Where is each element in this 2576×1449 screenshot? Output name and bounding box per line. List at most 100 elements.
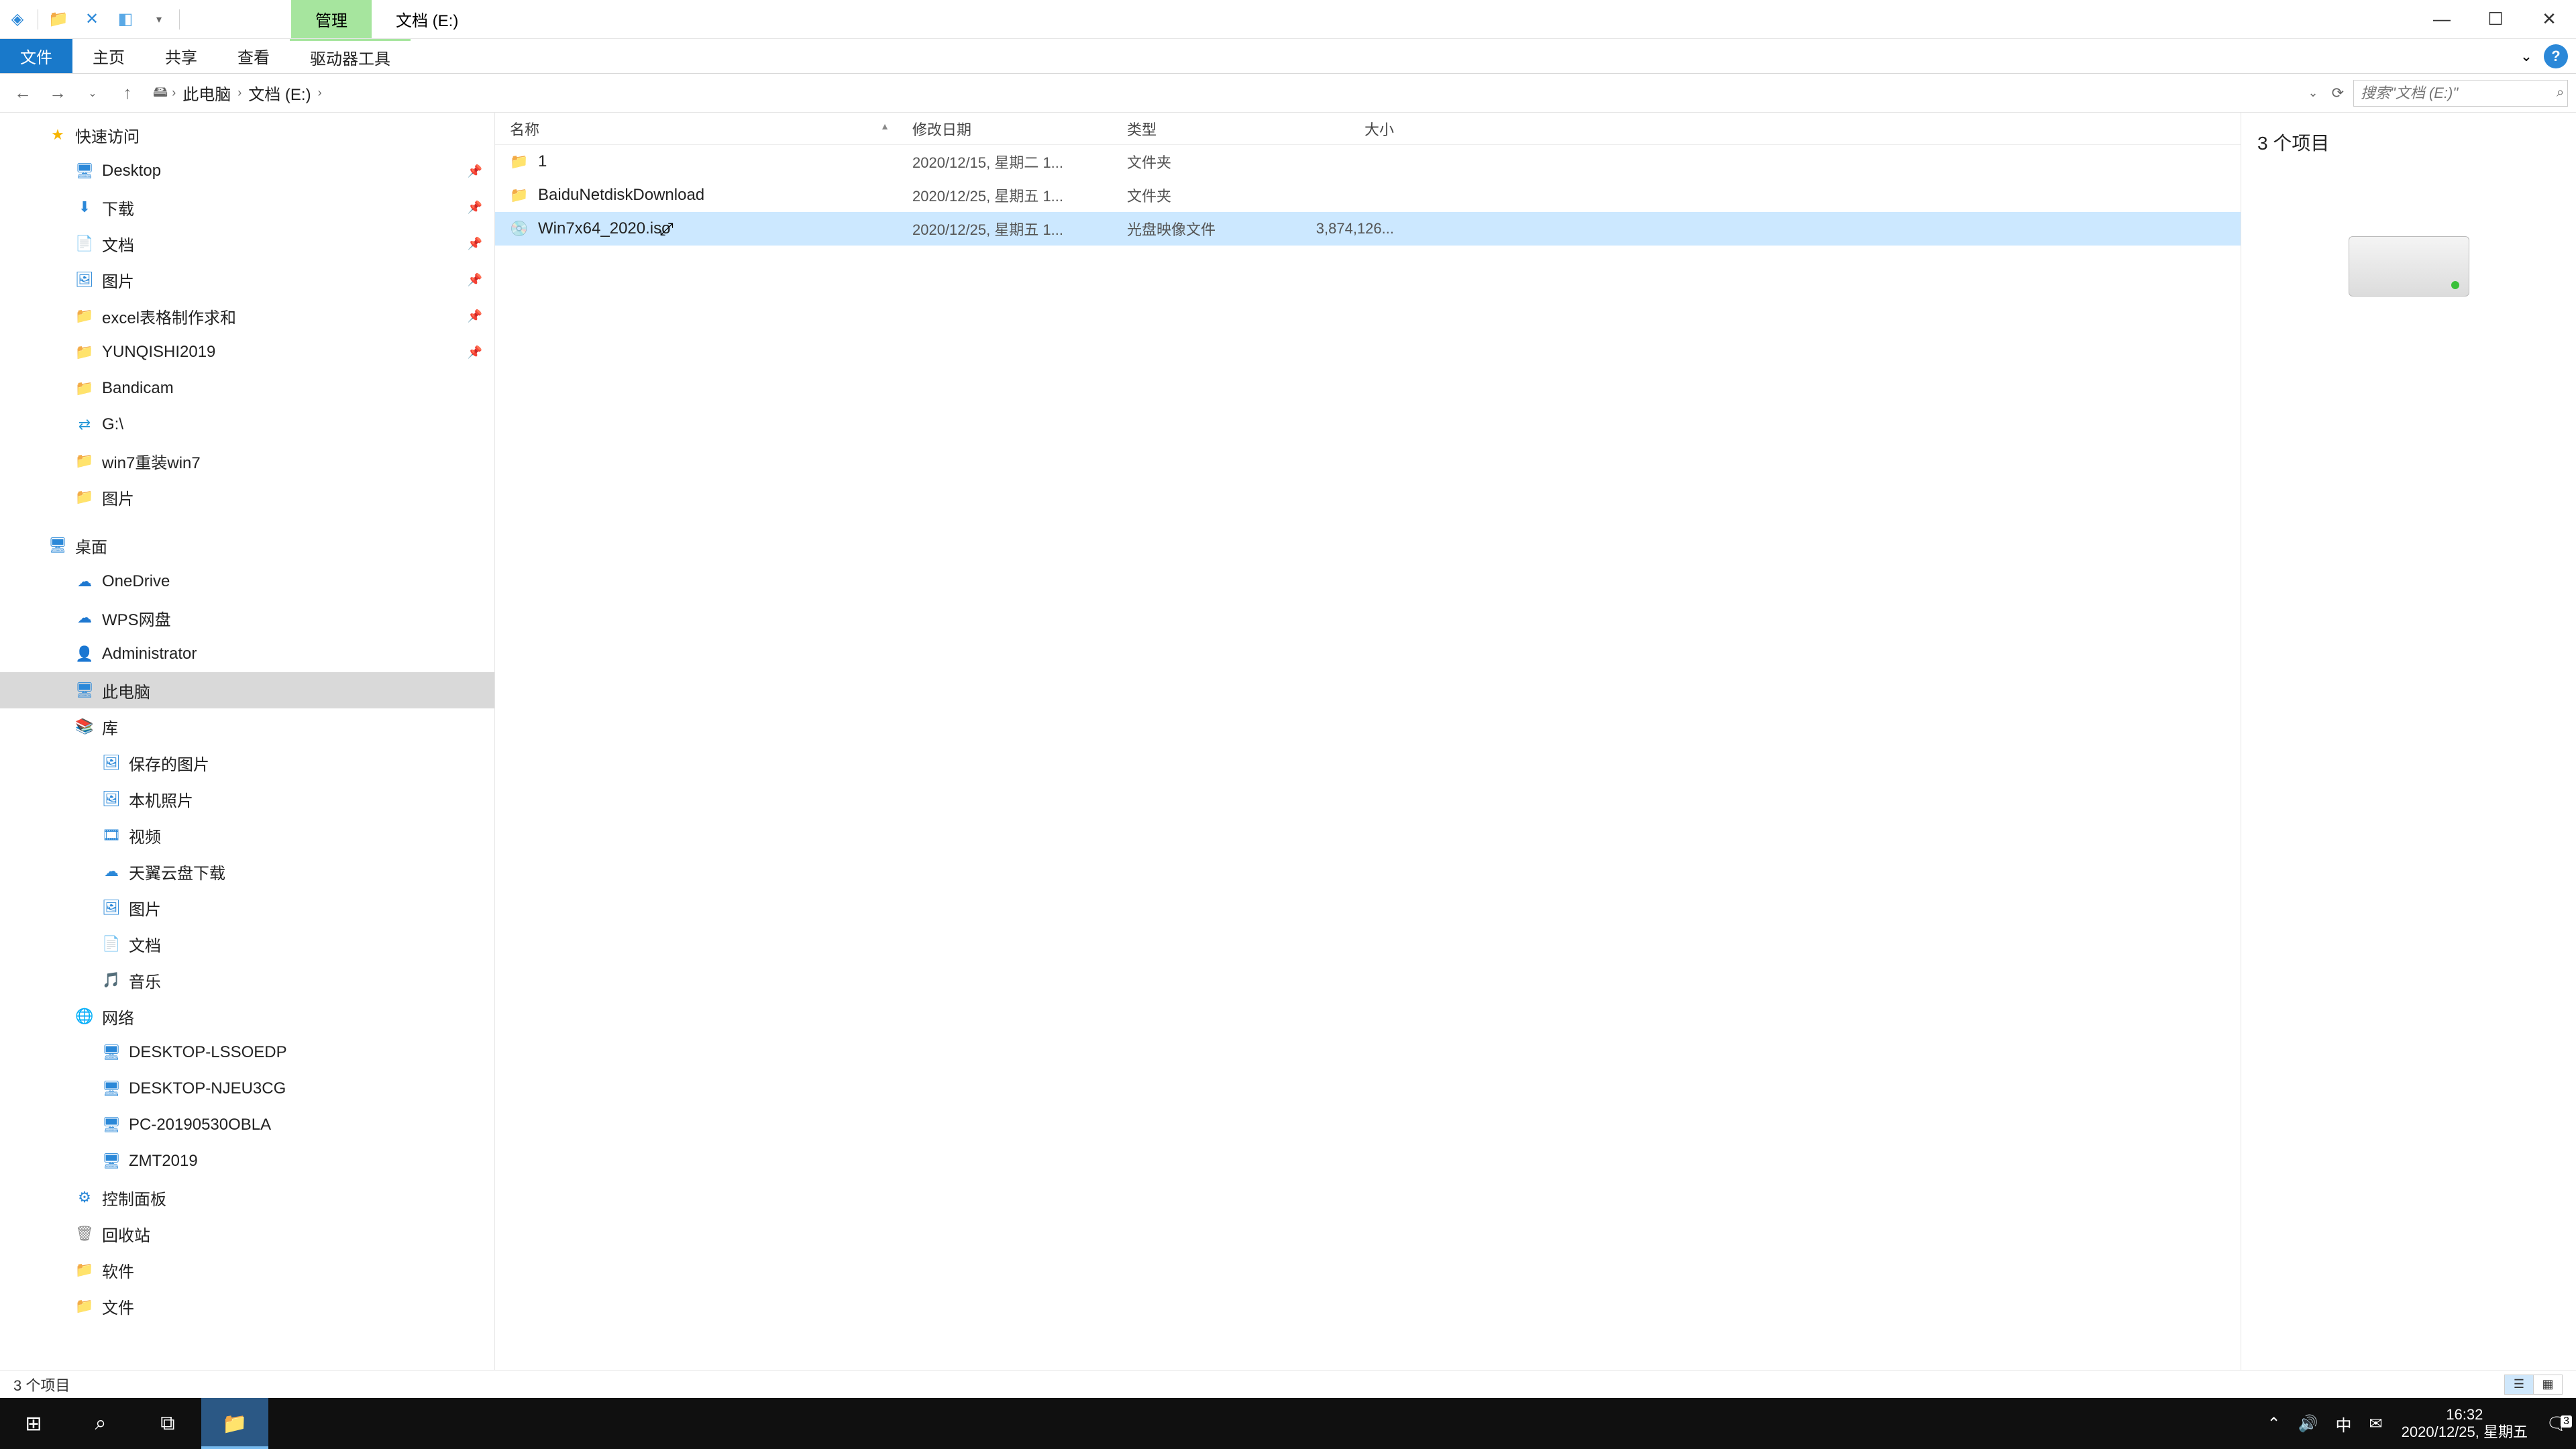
tree-item[interactable]: ☁天翼云盘下载: [0, 853, 494, 890]
tree-item-icon: 📁: [75, 452, 94, 470]
file-row[interactable]: 📁12020/12/15, 星期二 1...文件夹: [495, 145, 2241, 178]
tab-share[interactable]: 共享: [145, 39, 217, 73]
crumb-location[interactable]: 文档 (E:): [246, 81, 313, 105]
qat-dropdown-icon[interactable]: ▾: [146, 6, 172, 33]
tree-item[interactable]: 📁软件: [0, 1252, 494, 1288]
tree-item[interactable]: 🖥此电脑: [0, 672, 494, 708]
task-view-button[interactable]: ⧉: [134, 1398, 201, 1449]
tree-item-label: excel表格制作求和: [102, 305, 236, 328]
properties-icon[interactable]: ◧: [112, 6, 139, 33]
system-tray: ⌃ 🔊 中 ✉: [2259, 1412, 2391, 1436]
column-name[interactable]: 名称▲: [495, 118, 898, 140]
start-button[interactable]: ⊞: [0, 1398, 67, 1449]
search-box[interactable]: ⌕: [2353, 80, 2568, 107]
tree-item[interactable]: 📁图片: [0, 479, 494, 515]
tree-item[interactable]: ⬇下载📌: [0, 189, 494, 225]
tree-item-icon: 🌐: [75, 1008, 94, 1025]
tree-item[interactable]: 🖼图片: [0, 890, 494, 926]
tree-item-icon: ⇄: [75, 416, 94, 433]
column-size[interactable]: 大小: [1293, 118, 1407, 140]
tree-item-icon: 🖥: [48, 537, 67, 554]
tree-item[interactable]: 📁YUNQISHI2019📌: [0, 334, 494, 370]
history-dropdown[interactable]: ⌄: [78, 78, 107, 108]
search-icon[interactable]: ⌕: [2557, 85, 2564, 101]
tree-item[interactable]: 🖥桌面: [0, 527, 494, 564]
tree-item[interactable]: 📄文档: [0, 926, 494, 962]
tree-item[interactable]: ☁OneDrive: [0, 564, 494, 600]
mail-icon[interactable]: ✉: [2369, 1414, 2383, 1434]
ribbon-right: ⌄ ?: [2514, 39, 2576, 73]
tree-item-icon: 🖥: [75, 162, 94, 180]
column-date[interactable]: 修改日期: [898, 118, 1112, 140]
tree-item[interactable]: ⇄G:\: [0, 407, 494, 443]
separator: [179, 9, 180, 30]
tree-item[interactable]: 🗑回收站: [0, 1216, 494, 1252]
tree-item-icon: 📁: [75, 307, 94, 325]
app-icon[interactable]: ◈: [4, 6, 31, 33]
view-details-button[interactable]: ☰: [2504, 1375, 2534, 1395]
tree-item[interactable]: 🖼图片📌: [0, 262, 494, 298]
search-input[interactable]: [2361, 85, 2557, 102]
view-icons-button[interactable]: ▦: [2533, 1375, 2563, 1395]
cancel-icon[interactable]: ✕: [78, 6, 105, 33]
tree-item-icon: 🖥: [102, 1080, 121, 1097]
tree-item[interactable]: ⚙控制面板: [0, 1179, 494, 1216]
refresh-icon[interactable]: ⟳: [2328, 85, 2348, 102]
ime-indicator[interactable]: 中: [2336, 1412, 2352, 1436]
crumb-this-pc[interactable]: 此电脑: [180, 81, 233, 105]
taskbar-explorer-button[interactable]: 📁: [201, 1398, 268, 1449]
tab-drive-tools[interactable]: 驱动器工具: [290, 39, 411, 73]
back-button[interactable]: ←: [8, 78, 38, 108]
maximize-button[interactable]: ☐: [2469, 0, 2522, 38]
taskbar-search-button[interactable]: ⌕: [67, 1398, 134, 1449]
tree-item[interactable]: 📁win7重装win7: [0, 443, 494, 479]
column-type[interactable]: 类型: [1112, 118, 1293, 140]
tree-item[interactable]: ☁WPS网盘: [0, 600, 494, 636]
breadcrumb[interactable]: 🖴 › 此电脑 › 文档 (E:) ›: [148, 80, 327, 107]
address-dropdown-icon[interactable]: ⌄: [2304, 86, 2322, 100]
tree-item[interactable]: 🌐网络: [0, 998, 494, 1034]
close-button[interactable]: ✕: [2522, 0, 2576, 38]
help-icon[interactable]: ?: [2544, 44, 2568, 68]
ribbon-collapse-icon[interactable]: ⌄: [2514, 44, 2538, 68]
tray-overflow-icon[interactable]: ⌃: [2267, 1414, 2281, 1434]
tree-item[interactable]: 🖥Desktop📌: [0, 153, 494, 189]
folder-icon[interactable]: 📁: [45, 6, 72, 33]
tree-item[interactable]: 🎵音乐: [0, 962, 494, 998]
navigation-tree[interactable]: ★快速访问🖥Desktop📌⬇下载📌📄文档📌🖼图片📌📁excel表格制作求和📌📁…: [0, 113, 495, 1370]
file-list[interactable]: 名称▲ 修改日期 类型 大小 📁12020/12/15, 星期二 1...文件夹…: [495, 113, 2241, 1370]
action-center-button[interactable]: 🗨 3: [2538, 1413, 2576, 1434]
tree-item[interactable]: 🖥DESKTOP-LSSOEDP: [0, 1034, 494, 1071]
tree-item[interactable]: 🖥ZMT2019: [0, 1143, 494, 1179]
tree-item[interactable]: 📄文档📌: [0, 225, 494, 262]
tree-item[interactable]: 🖼本机照片: [0, 781, 494, 817]
tab-file[interactable]: 文件: [0, 39, 72, 73]
tree-item-icon: 👤: [75, 645, 94, 663]
window-controls: — ☐ ✕: [2415, 0, 2576, 38]
tab-home[interactable]: 主页: [72, 39, 145, 73]
file-row[interactable]: 📁BaiduNetdiskDownload2020/12/25, 星期五 1..…: [495, 178, 2241, 212]
forward-button[interactable]: →: [43, 78, 72, 108]
tree-item[interactable]: 👤Administrator: [0, 636, 494, 672]
tree-item[interactable]: 🖥DESKTOP-NJEU3CG: [0, 1071, 494, 1107]
tab-view[interactable]: 查看: [217, 39, 290, 73]
file-row[interactable]: 💿Win7x64_2020.iso2020/12/25, 星期五 1...光盘映…: [495, 212, 2241, 246]
up-button[interactable]: ↑: [113, 78, 142, 108]
location-title: 文档 (E:): [372, 0, 482, 38]
file-date: 2020/12/25, 星期五 1...: [898, 184, 1112, 206]
tree-item-label: Bandicam: [102, 379, 174, 398]
tree-item[interactable]: 🖼保存的图片: [0, 745, 494, 781]
minimize-button[interactable]: —: [2415, 0, 2469, 38]
tree-item[interactable]: 📁Bandicam: [0, 370, 494, 407]
volume-icon[interactable]: 🔊: [2298, 1414, 2318, 1434]
tree-item[interactable]: 🎞视频: [0, 817, 494, 853]
tree-item[interactable]: 📁文件: [0, 1288, 494, 1324]
tree-item[interactable]: 📚库: [0, 708, 494, 745]
tree-item[interactable]: 📁excel表格制作求和📌: [0, 298, 494, 334]
tree-item[interactable]: ★快速访问: [0, 117, 494, 153]
tree-item-icon: ★: [48, 126, 67, 144]
tree-item-label: 图片: [102, 268, 134, 292]
tree-item[interactable]: 🖥PC-20190530OBLA: [0, 1107, 494, 1143]
taskbar-clock[interactable]: 16:32 2020/12/25, 星期五: [2391, 1406, 2538, 1441]
drive-image-icon: [2349, 236, 2469, 297]
